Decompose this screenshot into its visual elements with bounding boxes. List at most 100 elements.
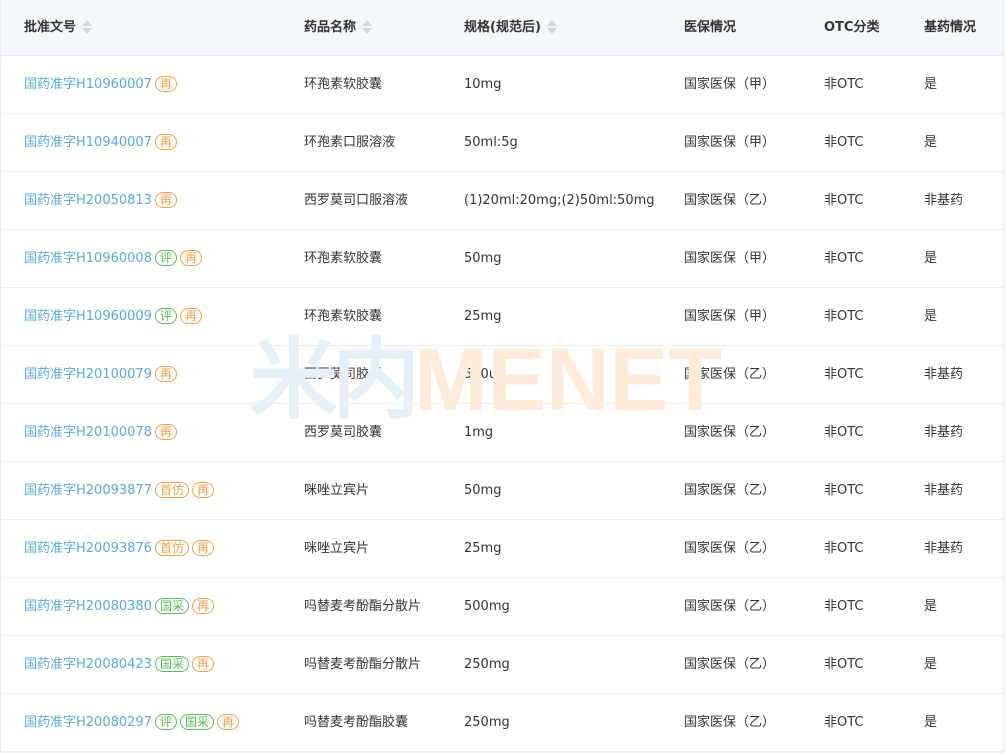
- essential-cell: 非基药: [924, 425, 964, 440]
- otc-cell: 非OTC: [824, 541, 864, 556]
- essential-cell: 非基药: [924, 193, 964, 208]
- status-tag: 评: [154, 249, 177, 266]
- insurance-cell: 国家医保（甲）: [684, 77, 776, 92]
- insurance-cell: 国家医保（乙）: [684, 715, 776, 730]
- approval-no-link[interactable]: 国药准字H10940007: [24, 135, 152, 150]
- table-row: 国药准字H20080380 国采再 吗替麦考酚酯分散片 500mg 国家医保（乙） 非OT…: [1, 578, 1003, 636]
- approval-no-link[interactable]: 国药准字H10960007: [24, 77, 152, 92]
- spec-cell: 500mg: [464, 599, 510, 614]
- approval-no-link[interactable]: 国药准字H20093877: [24, 483, 152, 498]
- approval-no-cell: 国药准字H10960009 评再: [24, 288, 202, 345]
- insurance-cell: 国家医保（乙）: [684, 193, 776, 208]
- spec-cell: 10mg: [464, 77, 502, 92]
- approval-no-cell: 国药准字H10940007 再: [24, 114, 177, 171]
- column-header-drug-name[interactable]: 药品名称: [304, 0, 373, 55]
- spec-cell: 25mg: [464, 541, 502, 556]
- approval-no-link[interactable]: 国药准字H20100078: [24, 425, 152, 440]
- column-header-spec[interactable]: 规格(规范后): [464, 0, 557, 55]
- status-tag: 再: [191, 481, 214, 498]
- status-tag: 首仿: [154, 539, 189, 556]
- column-header-insurance: 医保情况: [684, 20, 737, 35]
- essential-cell: 是: [924, 599, 938, 614]
- approval-no-cell: 国药准字H10960008 评再: [24, 230, 202, 287]
- otc-cell: 非OTC: [824, 367, 864, 382]
- approval-no-cell: 国药准字H20100079 再: [24, 346, 177, 403]
- insurance-cell: 国家医保（甲）: [684, 135, 776, 150]
- otc-cell: 非OTC: [824, 135, 864, 150]
- insurance-cell: 国家医保（乙）: [684, 367, 776, 382]
- status-tag: 再: [154, 191, 177, 208]
- essential-cell: 是: [924, 77, 938, 92]
- otc-cell: 非OTC: [824, 77, 864, 92]
- essential-cell: 非基药: [924, 541, 964, 556]
- approval-no-cell: 国药准字H20093877 首仿再: [24, 462, 214, 519]
- insurance-cell: 国家医保（乙）: [684, 483, 776, 498]
- drug-name-cell: 吗替麦考酚酯分散片: [304, 599, 422, 614]
- approval-no-cell: 国药准字H20100078 再: [24, 404, 177, 461]
- spec-cell: 50mg: [464, 251, 502, 266]
- spec-cell: 500ug: [464, 367, 506, 382]
- drug-name-cell: 吗替麦考酚酯分散片: [304, 657, 422, 672]
- approval-no-link[interactable]: 国药准字H20080380: [24, 599, 152, 614]
- approval-no-link[interactable]: 国药准字H20093876: [24, 541, 152, 556]
- insurance-cell: 国家医保（乙）: [684, 425, 776, 440]
- spec-cell: 1mg: [464, 425, 494, 440]
- otc-cell: 非OTC: [824, 657, 864, 672]
- essential-cell: 是: [924, 251, 938, 266]
- table-row: 国药准字H20100078 再 西罗莫司胶囊 1mg 国家医保（乙） 非OTC 非基药: [1, 404, 1003, 462]
- insurance-cell: 国家医保（乙）: [684, 657, 776, 672]
- drug-name-cell: 咪唑立宾片: [304, 483, 370, 498]
- table-row: 国药准字H20080423 国采再 吗替麦考酚酯分散片 250mg 国家医保（乙） 非OT…: [1, 636, 1003, 694]
- approval-no-cell: 国药准字H20080380 国采再: [24, 578, 214, 635]
- column-header-essential: 基药情况: [924, 20, 977, 35]
- status-tag: 再: [216, 713, 239, 730]
- status-tag: 评: [154, 713, 177, 730]
- otc-cell: 非OTC: [824, 483, 864, 498]
- essential-cell: 是: [924, 715, 938, 730]
- approval-no-cell: 国药准字H20093876 首仿再: [24, 520, 214, 577]
- column-header-approval-no[interactable]: 批准文号: [24, 0, 93, 55]
- status-tag: 再: [191, 655, 214, 672]
- sort-icon[interactable]: [546, 19, 557, 35]
- table-row: 国药准字H10960008 评再 环孢素软胶囊 50mg 国家医保（甲） 非OTC 是: [1, 230, 1003, 288]
- otc-cell: 非OTC: [824, 715, 864, 730]
- approval-no-link[interactable]: 国药准字H20100079: [24, 367, 152, 382]
- spec-cell: 250mg: [464, 715, 510, 730]
- approval-no-link[interactable]: 国药准字H10960009: [24, 309, 152, 324]
- otc-cell: 非OTC: [824, 599, 864, 614]
- status-tag: 国采: [179, 713, 214, 730]
- status-tag: 再: [191, 597, 214, 614]
- approval-no-cell: 国药准字H20050813 再: [24, 172, 177, 229]
- approval-no-link[interactable]: 国药准字H20050813: [24, 193, 152, 208]
- sort-icon[interactable]: [362, 19, 373, 35]
- table-body: 国药准字H10960007 再环孢素软胶囊 10mg 国家医保（甲） 非OTC 是国药准字…: [1, 56, 1003, 752]
- approval-no-cell: 国药准字H20080423 国采再: [24, 636, 214, 693]
- insurance-cell: 国家医保（乙）: [684, 541, 776, 556]
- otc-cell: 非OTC: [824, 309, 864, 324]
- status-tag: 国采: [154, 597, 189, 614]
- spec-cell: 250mg: [464, 657, 510, 672]
- approval-no-cell: 国药准字H20080297 评国采再: [24, 694, 239, 751]
- table-header: 批准文号 药品名称 规格(规范后) 医保情况 OTC分类 基药情况: [1, 0, 1003, 56]
- table-row: 国药准字H20093877 首仿再 咪唑立宾片 50mg 国家医保（乙） 非OTC 非基药: [1, 462, 1003, 520]
- essential-cell: 非基药: [924, 367, 964, 382]
- otc-cell: 非OTC: [824, 425, 864, 440]
- header-label: 批准文号: [24, 20, 77, 35]
- status-tag: 再: [154, 133, 177, 150]
- header-label: 药品名称: [304, 20, 357, 35]
- drug-name-cell: 环孢素软胶囊: [304, 251, 383, 266]
- status-tag: 再: [154, 423, 177, 440]
- status-tag: 评: [154, 307, 177, 324]
- approval-no-link[interactable]: 国药准字H10960008: [24, 251, 152, 266]
- sort-icon[interactable]: [82, 19, 93, 35]
- approval-no-link[interactable]: 国药准字H20080423: [24, 657, 152, 672]
- otc-cell: 非OTC: [824, 193, 864, 208]
- essential-cell: 非基药: [924, 483, 964, 498]
- table-row: 国药准字H20100079 再 西罗莫司胶囊 500ug 国家医保（乙） 非OTC 非基药: [1, 346, 1003, 404]
- status-tag: 再: [154, 365, 177, 382]
- approval-no-link[interactable]: 国药准字H20080297: [24, 715, 152, 730]
- essential-cell: 是: [924, 309, 938, 324]
- insurance-cell: 国家医保（甲）: [684, 251, 776, 266]
- essential-cell: 是: [924, 657, 938, 672]
- status-tag: 再: [154, 75, 177, 92]
